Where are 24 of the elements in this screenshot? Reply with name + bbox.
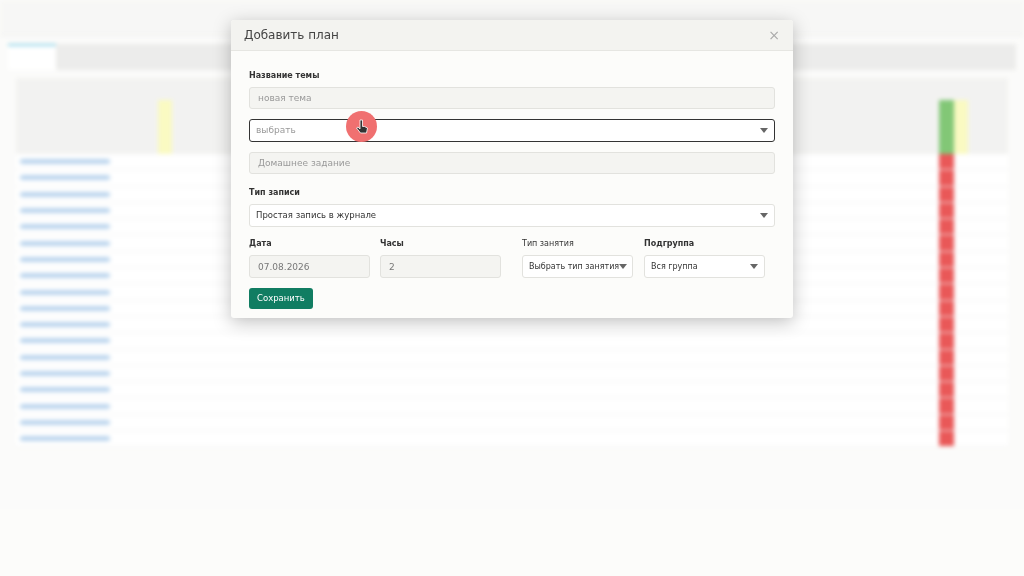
field-label: Подгруппа: [644, 238, 696, 250]
field-label: Часы: [380, 238, 405, 250]
select-value: Выбрать тип занятия: [529, 260, 620, 273]
dropdown[interactable]: Вся группа: [644, 255, 765, 278]
select-placeholder: выбрать: [256, 123, 296, 137]
topic-field[interactable]: новая тема: [249, 87, 775, 109]
caret-icon: [750, 264, 758, 269]
caret-icon: [760, 128, 768, 133]
save-button[interactable]: Сохранить: [249, 288, 313, 309]
text-field[interactable]: 2: [380, 255, 501, 278]
homework-field[interactable]: Домашнее задание: [249, 152, 775, 174]
field-label: Тип записи: [249, 187, 301, 199]
record-type-select[interactable]: Простая запись в журнале: [249, 204, 775, 227]
dropdown[interactable]: Выбрать тип занятия: [522, 255, 633, 278]
field-label: Тип занятия: [522, 238, 575, 250]
caret-icon: [760, 213, 768, 218]
dialog-title: Добавить план: [244, 27, 339, 44]
caret-icon: [619, 264, 628, 269]
pointer-icon: [346, 111, 377, 142]
select-value: Простая запись в журнале: [256, 209, 377, 222]
field-label: Дата: [249, 238, 273, 250]
field-label: Название темы: [249, 70, 321, 82]
select-value: Вся группа: [651, 260, 698, 273]
text-field[interactable]: 07.08.2026: [249, 255, 370, 278]
